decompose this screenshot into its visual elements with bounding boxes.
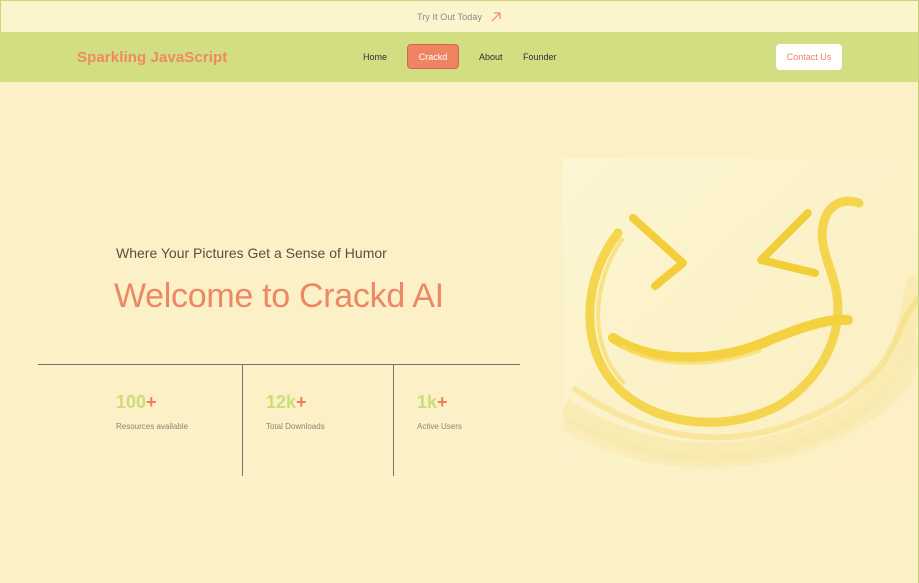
stat-value: 1k [417,392,438,412]
stat-users: 1k+ Active Users [417,392,462,431]
brand-logo[interactable]: Sparkling JavaScript [77,49,227,66]
nav-home[interactable]: Home [363,52,387,62]
nav-about[interactable]: About [479,52,503,62]
stat-plus: + [296,392,307,412]
announcement-bar[interactable]: Try It Out Today [0,0,919,32]
contact-us-button[interactable]: Contact Us [776,44,842,70]
stat-plus: + [146,392,157,412]
page: Try It Out Today Sparkling JavaScript Ho… [0,0,919,583]
arrow-up-right-icon[interactable] [490,11,502,23]
stat-value: 100 [116,392,147,412]
stat-label: Resources available [116,422,189,431]
stats-divider-line [38,364,520,365]
stat-value: 12k [266,392,297,412]
navbar: Sparkling JavaScript Home Crackd About F… [0,32,919,82]
announcement-text[interactable]: Try It Out Today [417,12,482,22]
nav-crackd[interactable]: Crackd [407,44,459,69]
stat-divider [393,364,394,476]
stat-divider [242,364,243,476]
stat-plus: + [437,392,448,412]
laughing-face-illustration [563,158,919,484]
stat-resources: 100+ Resources available [116,392,188,431]
hero-title: Welcome to Crackd AI [114,277,444,315]
stat-label: Total Downloads [266,422,325,431]
stat-label: Active Users [417,422,462,431]
nav-founder[interactable]: Founder [523,52,557,62]
stat-downloads: 12k+ Total Downloads [266,392,325,431]
hero-tagline: Where Your Pictures Get a Sense of Humor [116,245,387,261]
